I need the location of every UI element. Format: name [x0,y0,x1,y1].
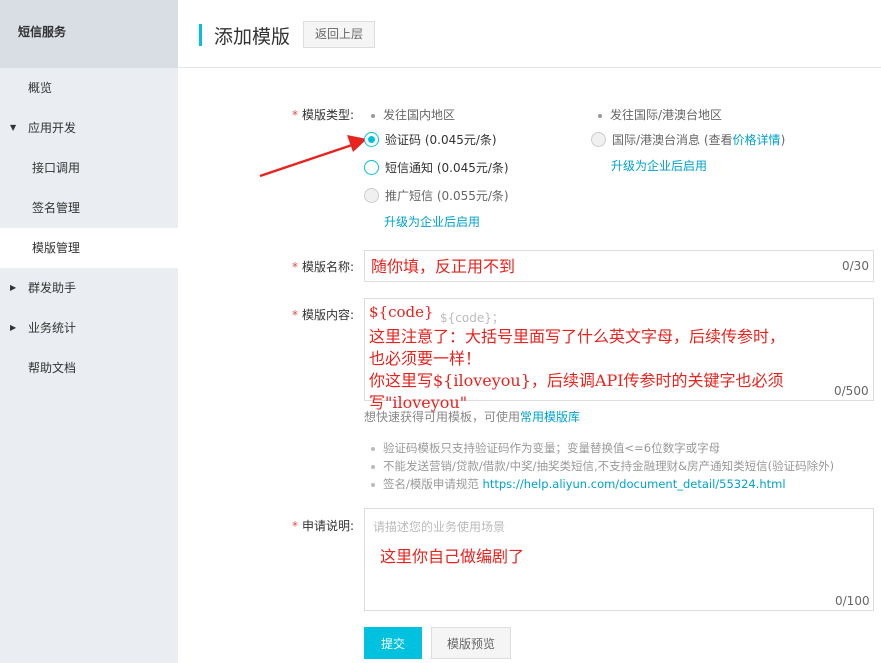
upgrade-link-intl[interactable]: 升级为企业后启用 [611,157,707,174]
template-content-label: * 模版内容: [292,308,355,322]
sidebar-item-label: 业务统计 [28,321,77,335]
radio-icon [364,160,379,175]
rule-item: 不能发送营销/贷款/借款/中奖/抽奖类短信,不支持金融理财&房产通知类短信(验证… [371,458,834,474]
radio-disabled-icon [591,132,606,147]
template-content-annotation: 这里注意了：大括号里面写了什么英文字母，后续传参时， 也必须要一样！ 你这里写$… [369,327,786,412]
sidebar-item-label: 接口调用 [32,161,81,175]
preview-button[interactable]: 模版预览 [431,627,511,659]
rule-item: 签名/模版申请规范 https://help.aliyun.com/docume… [371,476,786,492]
rules-url-link[interactable]: https://help.aliyun.com/document_detail/… [483,477,786,491]
sidebar-item-bulk-send[interactable]: ▶ 群发助手 [0,268,178,308]
caret-right-icon: ▶ [10,323,17,332]
radio-promotion[interactable]: 推广短信 (0.055元/条) [364,187,509,204]
page-header: 添加模版 返回上层 [178,0,881,68]
intl-group-head: 发往国际/港澳台地区 [598,106,722,123]
bullet-dot [598,113,602,118]
upgrade-link-domestic[interactable]: 升级为企业后启用 [384,213,480,230]
submit-button[interactable]: 提交 [364,627,422,659]
sidebar-item-label: 群发助手 [28,281,77,295]
page-title: 添加模版 [214,26,291,48]
caret-right-icon: ▶ [10,283,17,292]
template-library-link[interactable]: 常用模版库 [520,410,580,424]
bullet-dot [371,464,375,469]
sidebar-item-label: 签名管理 [32,201,81,215]
radio-disabled-icon [364,188,379,203]
template-name-label: * 模版名称: [292,260,355,274]
price-detail-link[interactable]: 价格详情 [733,131,781,148]
sidebar: 短信服务 概览 ▼ 应用开发 接口调用 签名管理 模版管理 ▶ 群发助手 ▶ 业… [0,0,178,663]
caret-down-icon: ▼ [10,123,17,132]
back-button[interactable]: 返回上层 [303,21,376,48]
template-content-counter: 0/500 [834,384,869,398]
sidebar-item-help[interactable]: 帮助文档 [0,348,178,388]
radio-international[interactable]: 国际/港澳台消息 (查看 价格详情) [591,131,785,148]
sidebar-item-label: 概览 [28,81,53,95]
sidebar-item-label: 应用开发 [28,121,77,135]
application-desc-placeholder: 请描述您的业务使用场景 [373,520,506,534]
annotation-arrow [259,135,367,178]
bullet-dot [371,446,375,451]
sidebar-item-label: 帮助文档 [28,361,77,375]
sidebar-item-overview[interactable]: 概览 [0,68,178,108]
template-library-hint: 想快速获得可用模板，可使用常用模版库 [364,410,581,424]
sidebar-item-app-dev[interactable]: ▼ 应用开发 [0,108,178,148]
template-content-value: ${code} [369,303,434,321]
sidebar-item-template[interactable]: 模版管理 [0,228,178,268]
sidebar-item-api-call[interactable]: 接口调用 [0,148,178,188]
sidebar-header: 短信服务 [0,0,178,68]
template-name-counter: 0/30 [842,259,869,273]
radio-verification-code[interactable]: 验证码 (0.045元/条) [364,131,497,148]
application-desc-label: * 申请说明: [292,519,355,533]
template-name-value: 随你填，反正用不到 [371,257,516,276]
bullet-dot [371,113,375,118]
application-desc-counter: 0/100 [835,594,870,608]
domestic-group-head: 发往国内地区 [371,106,455,123]
title-accent-bar [199,24,202,46]
sidebar-item-signature[interactable]: 签名管理 [0,188,178,228]
application-desc-annotation: 这里你自己做编剧了 [380,547,525,566]
rule-item: 验证码模板只支持验证码作为变量；变量替换值<=6位数字或字母 [371,440,720,456]
bullet-dot [371,482,375,487]
sidebar-item-label: 模版管理 [32,241,81,255]
radio-checked-icon [364,132,379,147]
radio-notification[interactable]: 短信通知 (0.045元/条) [364,159,509,176]
template-content-placeholder: ${code}； [440,311,504,325]
sidebar-item-stats[interactable]: ▶ 业务统计 [0,308,178,348]
template-type-label: * 模版类型: [292,108,355,122]
